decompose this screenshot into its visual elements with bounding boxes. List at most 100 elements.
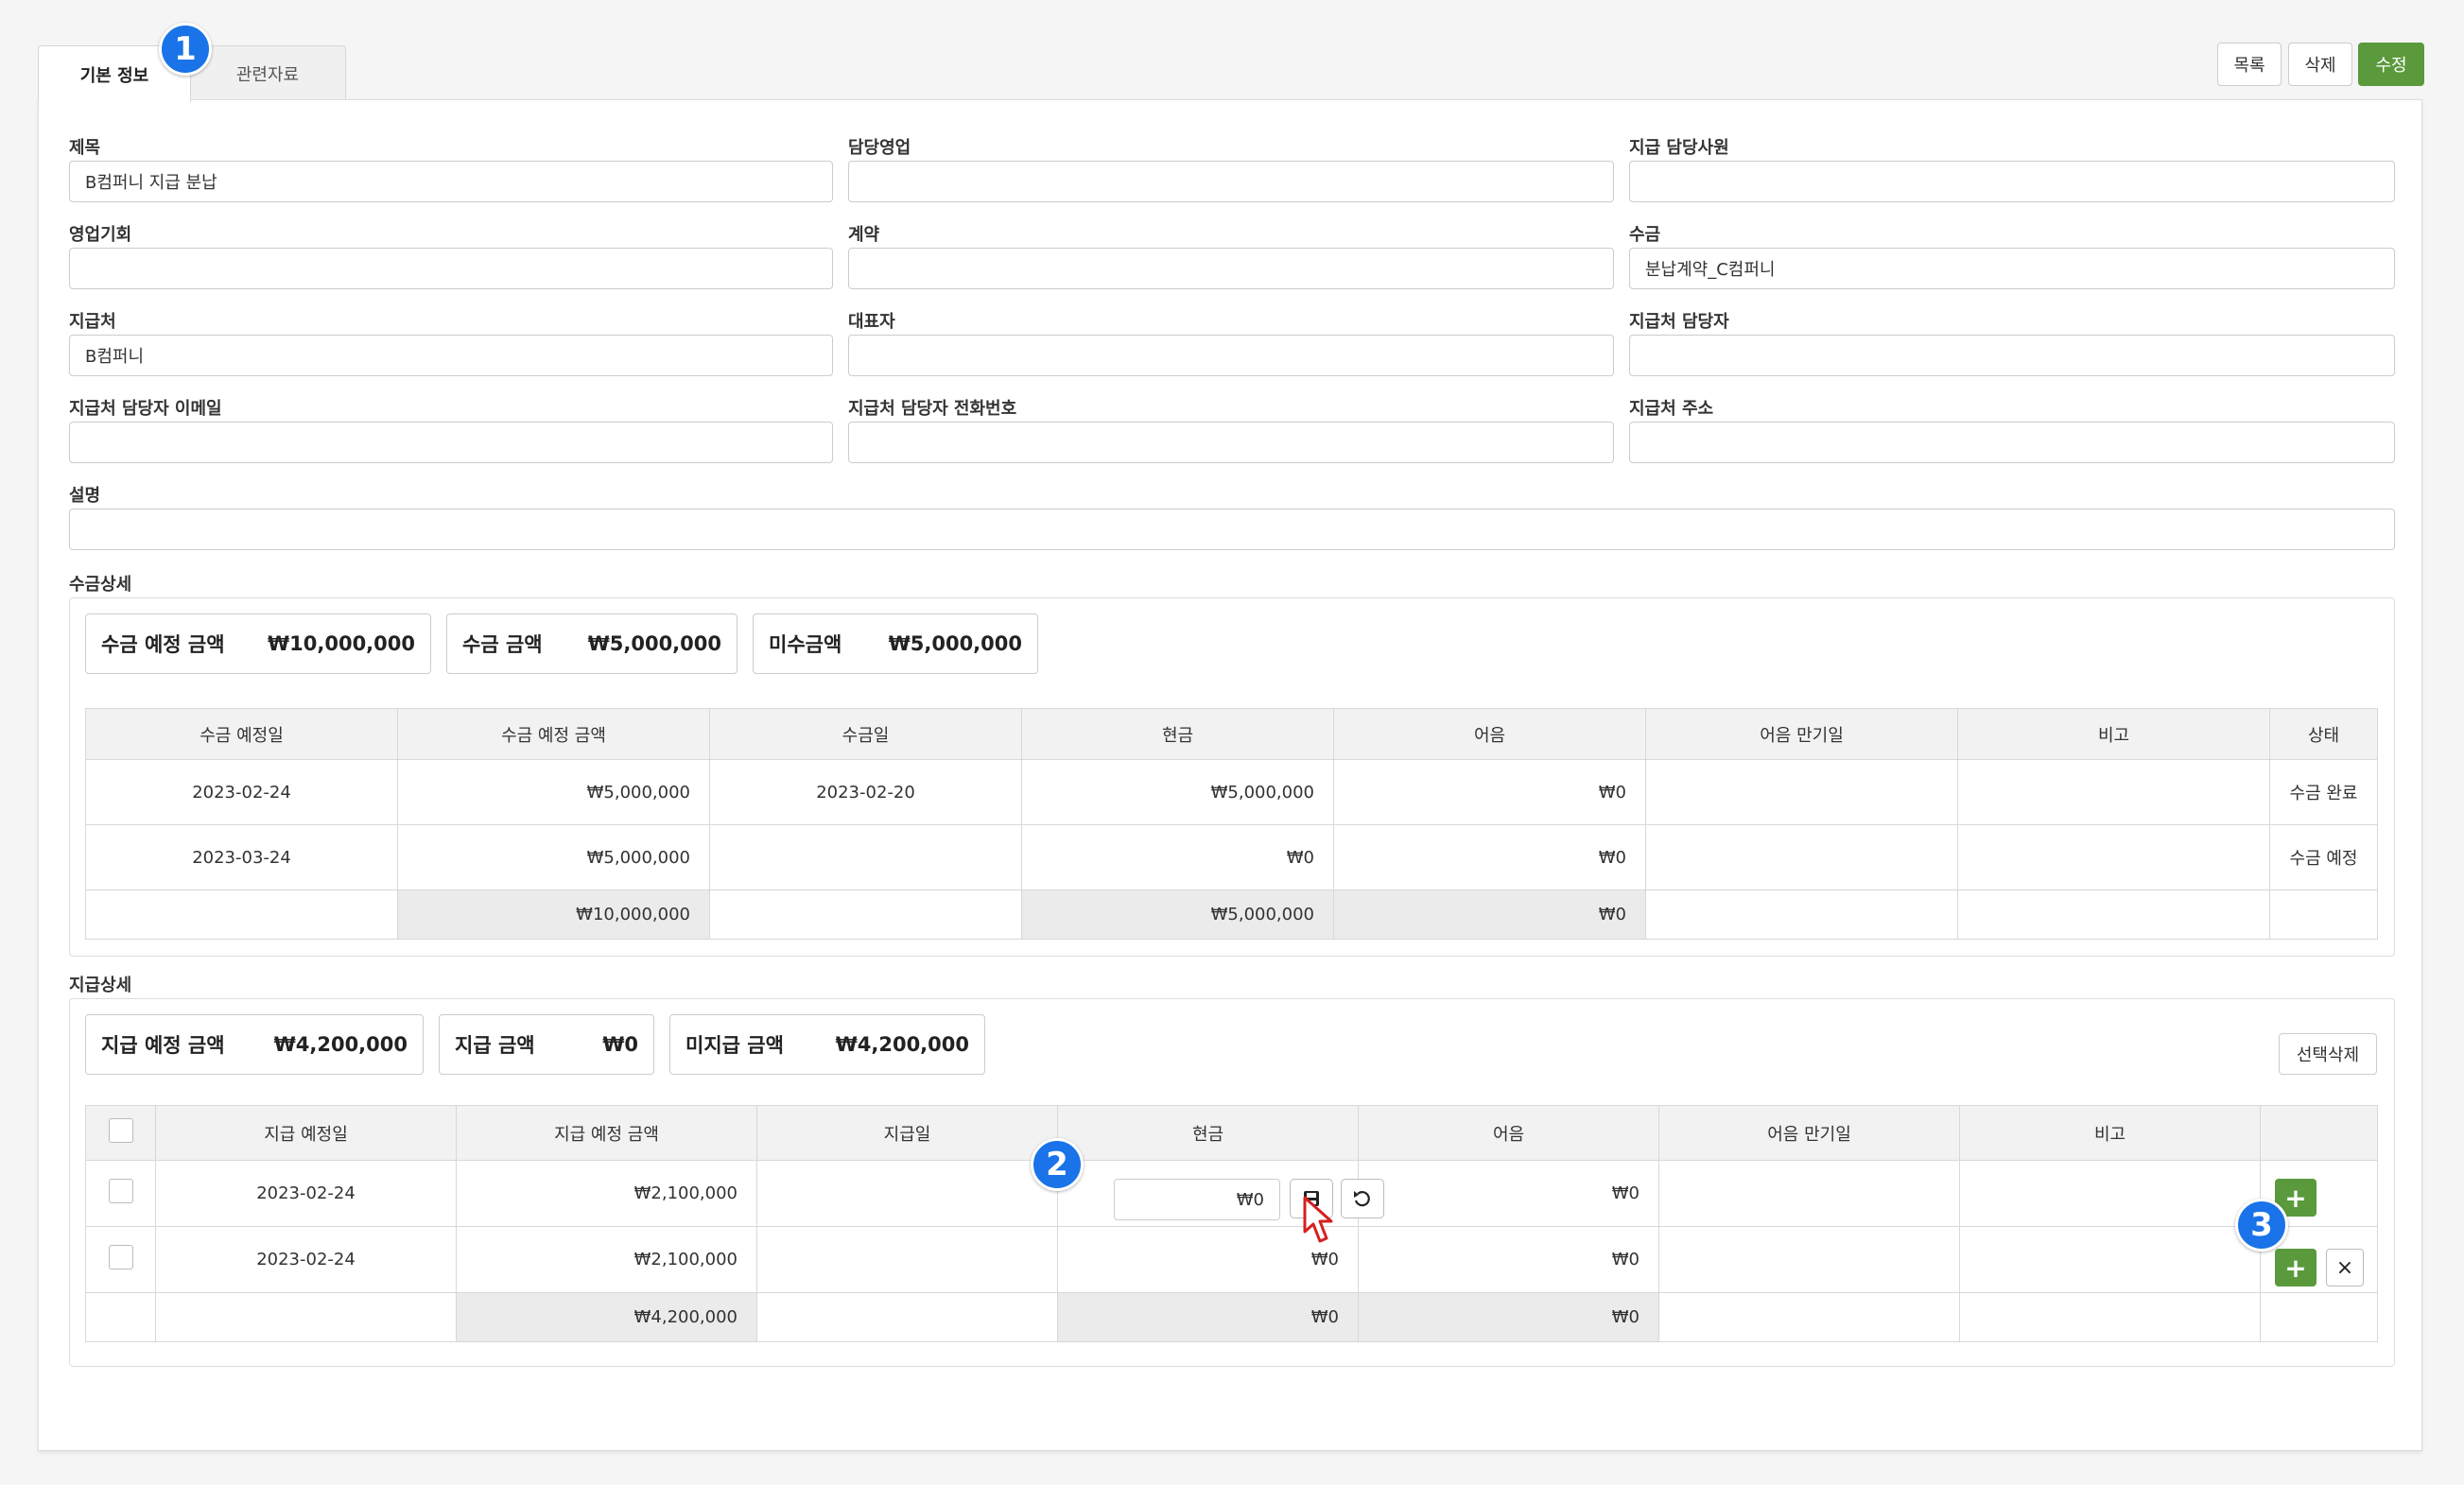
payment-unpaid-summary: 미지급 금액 ₩4,200,000 bbox=[669, 1014, 985, 1075]
table-cell bbox=[1957, 889, 2270, 940]
payment-detail-label: 지급상세 bbox=[69, 976, 132, 995]
table-cell bbox=[1645, 889, 1958, 940]
tab-basic-info-label: 기본 정보 bbox=[79, 65, 149, 86]
payee-phone-label: 지급처 담당자 전화번호 bbox=[848, 399, 1017, 419]
summary-label: 미수금액 bbox=[769, 633, 842, 656]
table-cell bbox=[1959, 1160, 2261, 1227]
payee-field[interactable]: B컴퍼니 bbox=[69, 335, 833, 376]
receipt-amount-summary: 수금 금액 ₩5,000,000 bbox=[446, 613, 737, 674]
title-field[interactable]: B컴퍼니 지급 분납 bbox=[69, 161, 833, 202]
column-header: 어음 bbox=[1358, 1105, 1659, 1161]
table-cell: ₩2,100,000 bbox=[456, 1226, 757, 1293]
total-cell: ₩0 bbox=[1358, 1292, 1659, 1342]
table-cell bbox=[1959, 1226, 2261, 1293]
sales-rep-field[interactable] bbox=[848, 161, 1614, 202]
summary-label: 지급 금액 bbox=[455, 1034, 535, 1057]
total-cell: ₩5,000,000 bbox=[1021, 889, 1334, 940]
detail-panel: 제목 B컴퍼니 지급 분납 담당영업 지급 담당사원 영업기회 계약 수금 분납… bbox=[38, 99, 2422, 1451]
remove-row-button[interactable]: × bbox=[2326, 1249, 2364, 1286]
column-header: 상태 bbox=[2269, 708, 2378, 760]
receipt-outstanding-summary: 미수금액 ₩5,000,000 bbox=[753, 613, 1038, 674]
column-header: 비고 bbox=[1957, 708, 2270, 760]
table-cell bbox=[2269, 889, 2378, 940]
description-label: 설명 bbox=[69, 486, 101, 506]
table-cell bbox=[1645, 759, 1958, 825]
summary-value: ₩4,200,000 bbox=[273, 1033, 408, 1056]
row-select-cell bbox=[85, 1160, 156, 1227]
sales-rep-label: 담당영업 bbox=[848, 138, 911, 158]
total-cell: ₩4,200,000 bbox=[456, 1292, 757, 1342]
table-cell bbox=[85, 1292, 156, 1342]
table-cell bbox=[1645, 824, 1958, 890]
contract-field[interactable] bbox=[848, 248, 1614, 289]
table-row: 2023-03-24 ₩5,000,000 ₩0 ₩0 수금 예정 bbox=[85, 824, 2378, 890]
column-header: 지급일 bbox=[756, 1105, 1058, 1161]
table-cell bbox=[1658, 1226, 1960, 1293]
table-cell: ₩2,100,000 bbox=[456, 1160, 757, 1227]
column-header: 수금일 bbox=[709, 708, 1022, 760]
column-header: 비고 bbox=[1959, 1105, 2261, 1161]
summary-value: ₩4,200,000 bbox=[835, 1033, 969, 1056]
receipt-field[interactable]: 분납계약_C컴퍼니 bbox=[1629, 248, 2395, 289]
plus-icon: + bbox=[2284, 1252, 2307, 1284]
table-header-row: 지급 예정일 지급 예정 금액 지급일 현금 어음 어음 만기일 비고 bbox=[85, 1105, 2378, 1161]
table-row: 2023-02-24 ₩2,100,000 ₩0 ₩0 bbox=[85, 1226, 2378, 1293]
payee-address-field[interactable] bbox=[1629, 422, 2395, 463]
delete-button[interactable]: 삭제 bbox=[2288, 43, 2352, 86]
row-select-cell bbox=[85, 1226, 156, 1293]
pointer-cursor-icon bbox=[1303, 1196, 1333, 1243]
summary-value: ₩5,000,000 bbox=[587, 632, 721, 655]
undo-button[interactable] bbox=[1341, 1179, 1384, 1218]
table-cell: 2023-02-24 bbox=[155, 1226, 457, 1293]
opportunity-field[interactable] bbox=[69, 248, 833, 289]
row-checkbox[interactable] bbox=[108, 1179, 133, 1203]
table-cell bbox=[1957, 824, 2270, 890]
table-cell: ₩0 bbox=[1358, 1160, 1659, 1227]
receipt-label: 수금 bbox=[1629, 225, 1661, 245]
payee-address-label: 지급처 주소 bbox=[1629, 399, 1714, 419]
column-header bbox=[2260, 1105, 2378, 1161]
ceo-field[interactable] bbox=[848, 335, 1614, 376]
summary-value: ₩0 bbox=[602, 1033, 638, 1056]
list-button[interactable]: 목록 bbox=[2217, 43, 2282, 86]
description-field[interactable] bbox=[69, 509, 2395, 550]
ceo-label: 대표자 bbox=[848, 312, 895, 332]
total-cell: ₩0 bbox=[1057, 1292, 1359, 1342]
column-header: 수금 예정일 bbox=[85, 708, 398, 760]
pay-staff-field[interactable] bbox=[1629, 161, 2395, 202]
column-header: 지급 예정일 bbox=[155, 1105, 457, 1161]
payment-amount-summary: 지급 금액 ₩0 bbox=[439, 1014, 654, 1075]
table-cell bbox=[2260, 1292, 2378, 1342]
receipt-detail-label: 수금상세 bbox=[69, 575, 132, 595]
undo-icon bbox=[1354, 1191, 1370, 1207]
total-cell: ₩10,000,000 bbox=[397, 889, 710, 940]
step-badge-1: 1 bbox=[159, 23, 212, 76]
close-icon: × bbox=[2335, 1255, 2354, 1280]
edit-button[interactable]: 수정 bbox=[2358, 43, 2424, 86]
table-cell: 2023-02-20 bbox=[709, 759, 1022, 825]
summary-value: ₩5,000,000 bbox=[888, 632, 1022, 655]
tab-related-docs[interactable]: 관련자료 bbox=[189, 45, 346, 100]
status-cell: 수금 완료 bbox=[2269, 759, 2378, 825]
column-header: 어음 만기일 bbox=[1658, 1105, 1960, 1161]
table-cell bbox=[756, 1292, 1058, 1342]
select-all-checkbox[interactable] bbox=[108, 1118, 133, 1143]
column-header: 현금 bbox=[1021, 708, 1334, 760]
summary-label: 수금 금액 bbox=[462, 633, 543, 656]
table-cell bbox=[1957, 759, 2270, 825]
contract-label: 계약 bbox=[848, 225, 880, 245]
select-delete-button[interactable]: 선택삭제 bbox=[2279, 1033, 2377, 1075]
column-header: 어음 만기일 bbox=[1645, 708, 1958, 760]
row-checkbox[interactable] bbox=[108, 1245, 133, 1269]
table-cell bbox=[1959, 1292, 2261, 1342]
cash-edit-input[interactable]: ₩0 bbox=[1114, 1179, 1280, 1220]
table-cell: ₩0 bbox=[1021, 824, 1334, 890]
add-row-button[interactable]: + bbox=[2275, 1249, 2317, 1286]
payee-email-field[interactable] bbox=[69, 422, 833, 463]
receipt-table: 수금 예정일 수금 예정 금액 수금일 현금 어음 어음 만기일 비고 상태 2… bbox=[85, 708, 2378, 940]
payee-phone-field[interactable] bbox=[848, 422, 1614, 463]
payee-contact-label: 지급처 담당자 bbox=[1629, 312, 1729, 332]
table-header-row: 수금 예정일 수금 예정 금액 수금일 현금 어음 어음 만기일 비고 상태 bbox=[85, 708, 2378, 760]
status-cell: 수금 예정 bbox=[2269, 824, 2378, 890]
payee-contact-field[interactable] bbox=[1629, 335, 2395, 376]
